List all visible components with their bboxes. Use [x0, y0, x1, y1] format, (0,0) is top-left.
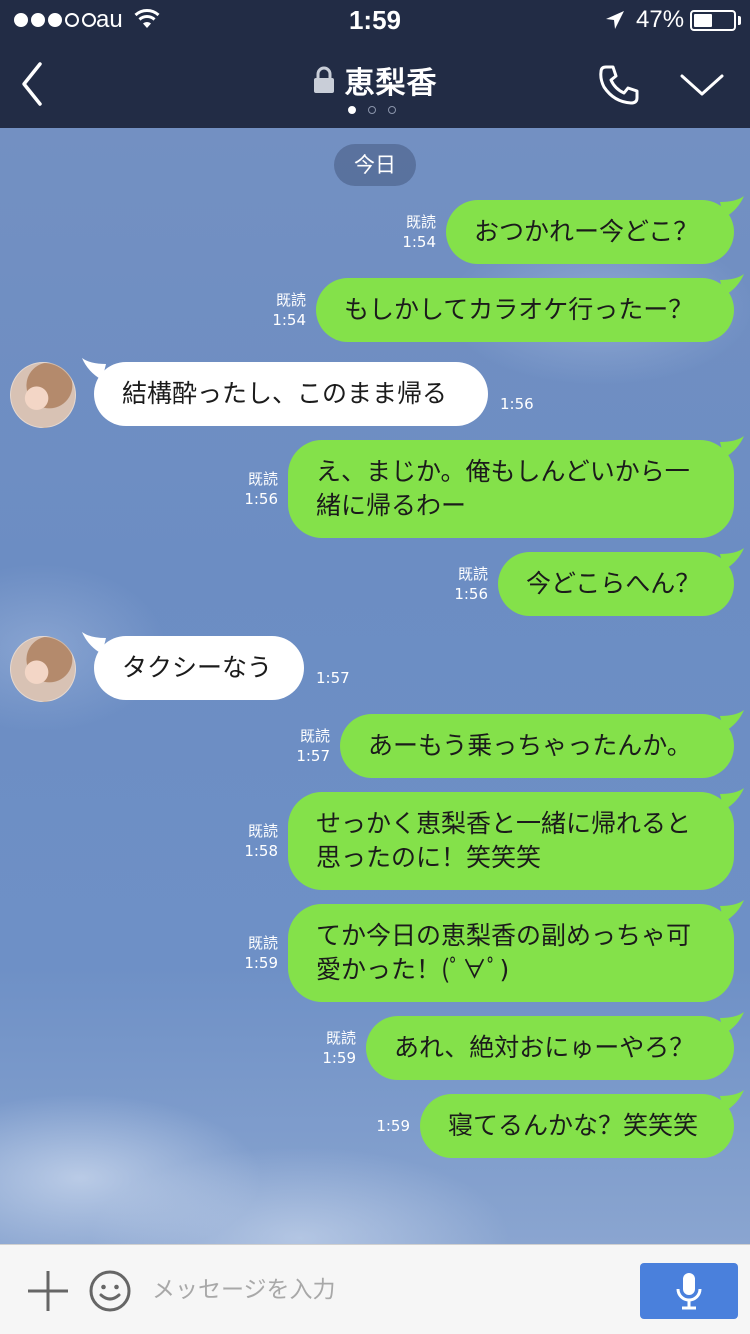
chat-header: 恵梨香	[0, 40, 750, 128]
message-meta: 既読 1:59	[276, 1028, 356, 1068]
message-time: 1:58	[244, 842, 278, 860]
page-dot	[368, 106, 376, 114]
message-time: 1:57	[316, 669, 350, 687]
message-meta: 既読 1:56	[408, 564, 488, 604]
message-bubble[interactable]: てか今日の恵梨香の副めっちゃ可 愛かった！(ﾟ∀ﾟ)	[288, 904, 734, 1002]
message-bubble[interactable]: あーもう乗っちゃったんか。	[340, 714, 734, 778]
message-bubble[interactable]: もしかしてカラオケ行ったー？	[316, 278, 734, 342]
read-receipt: 既読	[275, 291, 306, 309]
message-time: 1:54	[402, 233, 436, 251]
chevron-down-icon[interactable]	[678, 68, 726, 102]
message-bubble[interactable]: あれ、絶対おにゅーやろ？	[366, 1016, 734, 1080]
message-time: 1:56	[244, 490, 278, 508]
battery-percentage: 47%	[636, 6, 685, 33]
message-bubble[interactable]: え、まじか。俺もしんどいから一 緒に帰るわー	[288, 440, 734, 538]
microphone-icon	[676, 1273, 702, 1310]
message-time: 1:56	[500, 395, 534, 413]
message-time: 1:57	[296, 747, 330, 765]
message-bubble[interactable]: 今どこらへん？	[498, 552, 734, 616]
battery-cap	[738, 16, 741, 25]
read-receipt: 既読	[457, 565, 488, 583]
location-arrow-icon	[606, 11, 624, 29]
phone-icon[interactable]	[596, 62, 642, 108]
plus-icon[interactable]	[26, 1269, 70, 1313]
read-receipt: 既読	[247, 822, 278, 840]
status-bar: au 1:59 47%	[0, 0, 750, 40]
message-meta: 既読 1:57	[250, 726, 330, 766]
page-indicator	[348, 106, 396, 114]
message-time: 1:59	[376, 1117, 410, 1135]
message-time: 1:56	[454, 585, 488, 603]
page-dot-active	[348, 106, 356, 114]
message-meta: 既読 1:56	[198, 469, 278, 509]
read-receipt: 既読	[247, 934, 278, 952]
read-receipt: 既読	[325, 1029, 356, 1047]
message-bubble[interactable]: おつかれー今どこ？	[446, 200, 734, 264]
message-meta: 既読 1:58	[198, 821, 278, 861]
microphone-button[interactable]	[640, 1263, 738, 1319]
message-meta: 既読 1:54	[226, 290, 306, 330]
message-bubble[interactable]: タクシーなう	[94, 636, 304, 700]
input-bar	[0, 1244, 750, 1334]
message-meta: 1:59	[330, 1116, 410, 1136]
message-bubble[interactable]: 結構酔ったし、このまま帰る	[94, 362, 488, 426]
page-dot	[388, 106, 396, 114]
chat-title[interactable]: 恵梨香	[345, 58, 438, 102]
battery-level-fill	[694, 14, 712, 27]
message-bubble[interactable]: 寝てるんかな？笑笑笑	[420, 1094, 734, 1158]
message-meta: 1:56	[500, 394, 560, 414]
avatar[interactable]	[10, 636, 76, 702]
message-meta: 既読 1:54	[356, 212, 436, 252]
read-receipt: 既読	[247, 470, 278, 488]
read-receipt: 既読	[405, 213, 436, 231]
message-meta: 1:57	[316, 668, 376, 688]
chat-area[interactable]: 今日 おつかれー今どこ？ 既読 1:54 もしかしてカラオケ行ったー？ 既読 1:54 結構…	[0, 128, 750, 1244]
message-time: 1:59	[244, 954, 278, 972]
emoji-icon[interactable]	[88, 1269, 132, 1313]
message-bubble[interactable]: せっかく恵梨香と一緒に帰れると 思ったのに！笑笑笑	[288, 792, 734, 890]
date-separator: 今日	[334, 144, 416, 186]
lock-icon	[313, 66, 334, 93]
battery-icon	[690, 10, 736, 31]
message-input[interactable]	[152, 1267, 622, 1313]
message-time: 1:59	[322, 1049, 356, 1067]
message-meta: 既読 1:59	[198, 933, 278, 973]
message-time: 1:54	[272, 311, 306, 329]
avatar[interactable]	[10, 362, 76, 428]
read-receipt: 既読	[299, 727, 330, 745]
